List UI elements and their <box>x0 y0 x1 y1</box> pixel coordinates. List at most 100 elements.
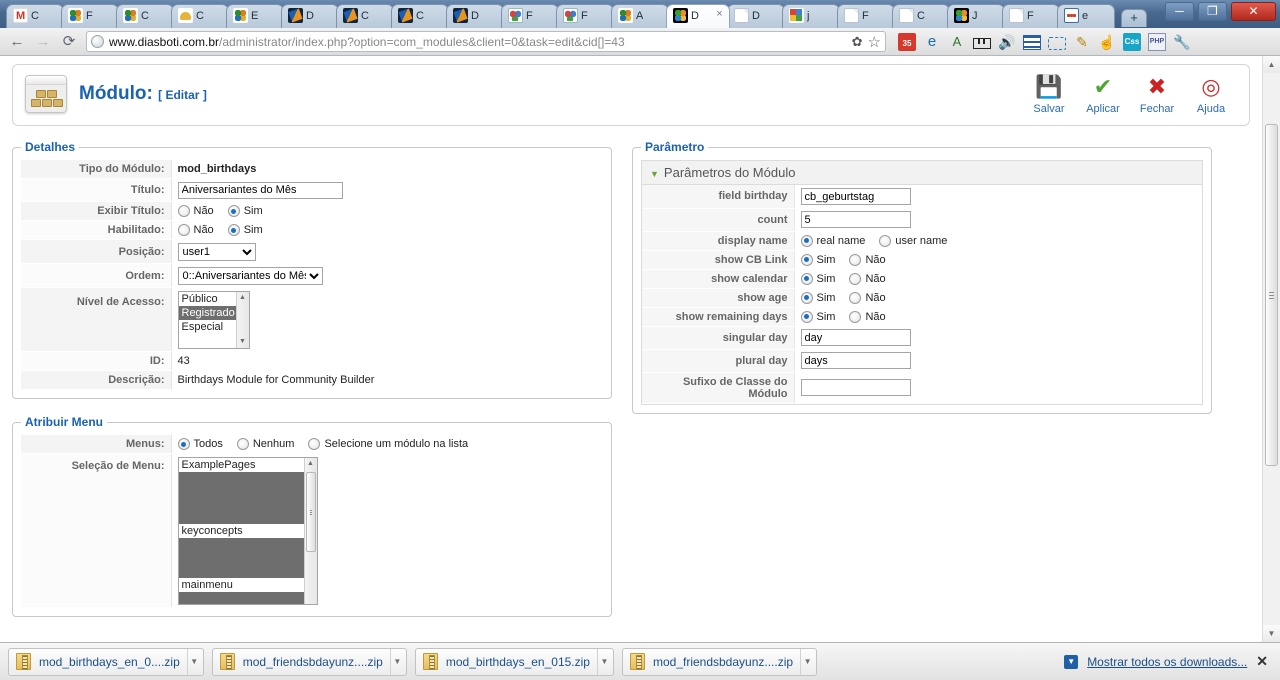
param-radio[interactable] <box>800 291 813 304</box>
browser-tab[interactable]: F <box>556 4 614 28</box>
param-radio[interactable] <box>849 272 862 285</box>
param-radio[interactable] <box>800 272 813 285</box>
browser-tab[interactable]: C <box>892 4 950 28</box>
menu-scrollbar-thumb[interactable] <box>305 471 316 552</box>
download-menu-caret-icon[interactable]: ▼ <box>186 648 201 675</box>
param-input[interactable] <box>800 379 911 396</box>
menu-scroll-up-icon[interactable]: ▲ <box>305 458 317 470</box>
param-radio[interactable] <box>849 310 862 323</box>
browser-tab[interactable]: C <box>336 4 394 28</box>
title-input[interactable] <box>177 181 343 199</box>
browser-tab[interactable]: J <box>947 4 1005 28</box>
menus-radio-select[interactable] <box>308 438 321 451</box>
param-radio-label[interactable]: Não <box>865 273 885 285</box>
download-menu-caret-icon[interactable]: ▼ <box>389 648 404 675</box>
browser-tab[interactable]: C <box>171 4 229 28</box>
browser-tab[interactable]: F <box>61 4 119 28</box>
param-radio-label[interactable]: user name <box>895 235 947 247</box>
show-all-downloads-link[interactable]: Mostrar todos os downloads... <box>1087 655 1247 669</box>
enabled-radio-nao[interactable] <box>177 224 190 236</box>
speaker-icon[interactable]: 🔊 <box>998 33 1016 51</box>
position-select[interactable]: user1 <box>177 242 256 261</box>
page-scroll-up-icon[interactable]: ▲ <box>1263 56 1280 73</box>
collapse-caret-icon[interactable]: ▼ <box>650 169 659 179</box>
browser-tab[interactable]: E <box>226 4 284 28</box>
notes-icon[interactable]: ✎ <box>1073 33 1091 51</box>
wrench-icon[interactable]: 🔧 <box>1173 33 1191 51</box>
close-downloads-bar-button[interactable]: ✕ <box>1256 653 1268 670</box>
menu-selected-block-0[interactable] <box>178 471 317 524</box>
maximize-button[interactable]: ❐ <box>1197 2 1227 21</box>
calendar-icon[interactable]: 35 <box>898 32 916 51</box>
enabled-option-0[interactable]: Não <box>194 224 214 236</box>
forward-icon[interactable]: → <box>30 30 56 54</box>
param-radio-label[interactable]: Sim <box>817 292 836 304</box>
minimize-button[interactable]: ─ <box>1164 2 1194 21</box>
browser-tab[interactable]: D <box>446 4 504 28</box>
menu-listbox-scrollbar[interactable]: ▲ <box>303 457 317 604</box>
resolution-icon[interactable] <box>1048 36 1066 50</box>
new-tab-button[interactable]: + <box>1121 9 1148 27</box>
toolbar-button-fechar[interactable]: ✖ Fechar <box>1133 73 1181 115</box>
menu-group-1[interactable]: keyconcepts <box>179 524 317 538</box>
param-radio-label[interactable]: Sim <box>817 254 836 266</box>
php-icon[interactable]: PHP <box>1148 32 1166 51</box>
menu-selected-block-1[interactable] <box>178 537 317 578</box>
menus-option-2[interactable]: Selecione um módulo na lista <box>324 438 468 450</box>
tab-close-icon[interactable]: × <box>714 9 725 20</box>
scroll-up-icon[interactable]: ▲ <box>237 292 249 304</box>
css-icon[interactable]: Css <box>1123 32 1141 51</box>
browser-tab[interactable]: D × <box>666 4 730 28</box>
param-input[interactable] <box>800 329 911 346</box>
access-listbox-scrollbar[interactable]: ▲ ▼ <box>235 291 249 348</box>
toolbar-button-salvar[interactable]: 💾 Salvar <box>1025 73 1073 115</box>
browser-tab[interactable]: F <box>837 4 895 28</box>
param-radio-label[interactable]: Não <box>865 292 885 304</box>
param-radio[interactable] <box>879 234 892 247</box>
order-select[interactable]: 0::Aniversariantes do Mês <box>177 266 323 285</box>
toolbar-button-ajuda[interactable]: ◎ Ajuda <box>1187 73 1235 115</box>
browser-tab[interactable]: C <box>391 4 449 28</box>
browser-tab[interactable]: C <box>6 4 64 28</box>
menus-radio-nenhum[interactable] <box>236 438 249 451</box>
param-radio-label[interactable]: Sim <box>817 311 836 323</box>
page-scroll-down-icon[interactable]: ▼ <box>1263 625 1280 642</box>
browser-tab[interactable]: C <box>116 4 174 28</box>
param-radio[interactable] <box>849 253 862 266</box>
translate-icon[interactable]: A <box>948 33 966 51</box>
download-item[interactable]: mod_birthdays_en_0....zip ▼ <box>8 647 204 676</box>
param-input[interactable] <box>800 211 911 228</box>
download-item[interactable]: mod_birthdays_en_015.zip ▼ <box>414 647 614 676</box>
download-menu-caret-icon[interactable]: ▼ <box>596 648 611 675</box>
page-scrollbar[interactable]: ▲ ▼ <box>1262 56 1280 642</box>
close-window-button[interactable]: ✕ <box>1231 2 1276 21</box>
show-title-option-1[interactable]: Sim <box>244 205 263 217</box>
param-radio-label[interactable]: real name <box>817 235 866 247</box>
menu-group-0[interactable]: ExamplePages <box>179 458 317 472</box>
page-scrollbar-thumb[interactable] <box>1265 124 1278 466</box>
outline-icon[interactable] <box>1023 35 1041 50</box>
menu-selection-listbox[interactable]: ExamplePages keyconcepts mainmenu ▲ <box>177 456 318 605</box>
browser-tab[interactable]: j <box>782 4 840 28</box>
menu-group-2[interactable]: mainmenu <box>179 578 317 592</box>
param-radio[interactable] <box>800 234 813 247</box>
browser-tab[interactable]: F <box>1002 4 1060 28</box>
param-radio[interactable] <box>800 253 813 266</box>
access-level-listbox[interactable]: Público Registrado Especial ▲ ▼ <box>177 290 250 349</box>
browser-tab[interactable]: e <box>1057 4 1115 28</box>
menus-option-1[interactable]: Nenhum <box>253 438 295 450</box>
browser-tab[interactable]: F <box>501 4 559 28</box>
browser-tab[interactable]: D <box>281 4 339 28</box>
param-radio-label[interactable]: Não <box>865 311 885 323</box>
back-icon[interactable]: ← <box>4 30 30 54</box>
param-radio[interactable] <box>849 291 862 304</box>
param-radio[interactable] <box>800 310 813 323</box>
hand-icon[interactable]: ☝ <box>1098 33 1116 51</box>
param-input[interactable] <box>800 352 911 369</box>
param-radio-label[interactable]: Não <box>865 254 885 266</box>
module-parameters-header[interactable]: ▼ Parâmetros do Módulo <box>641 160 1203 184</box>
menus-option-0[interactable]: Todos <box>194 438 223 450</box>
reload-icon[interactable]: ⟳ <box>56 30 82 54</box>
download-item[interactable]: mod_friendsbdayunz....zip ▼ <box>211 647 407 676</box>
param-radio-label[interactable]: Sim <box>817 273 836 285</box>
